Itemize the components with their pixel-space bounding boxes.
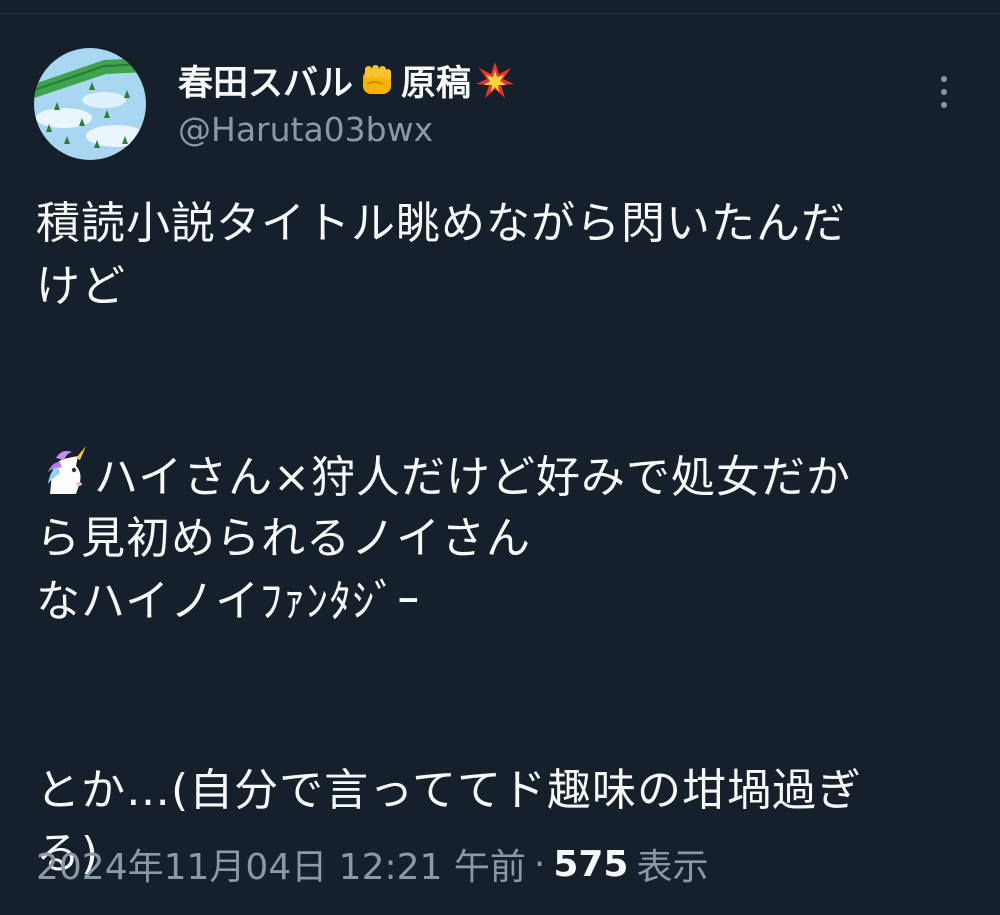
avatar[interactable] [34,48,146,160]
display-name-text: 春田スバル [178,63,354,104]
avatar-image [34,48,146,160]
meta-separator: · [533,843,546,885]
more-dot [941,89,947,95]
tweet-line-text: ハイさん×狩人だけど好みで処女だか [94,452,851,503]
display-name-suffix: 原稿 [401,63,472,104]
more-dot [941,76,947,82]
more-dot [941,102,947,108]
tweet-line: ら見初められるノイさん [36,513,531,564]
tweet-line: けど [36,261,126,312]
tweet-text: 積読小説タイトル眺めながら閃いたんだ けど ハイさん×狩人だけど好みで処女だか … [36,192,966,885]
tweet-line: とか…(自分で言っててド趣味の坩堝過ぎ [36,765,862,816]
views-count: 575 [553,843,629,885]
tweet-meta: 2024年11月04日 12:21 午前 · 575 表示 [36,838,709,890]
tweet-timestamp[interactable]: 2024年11月04日 12:21 午前 [36,838,526,890]
tweet-line-with-emoji: ハイさん×狩人だけど好みで処女だか [36,444,966,507]
more-options-icon[interactable] [926,72,962,112]
top-divider [0,13,1000,14]
tweet-line: なハイノイﾌｧﾝﾀｼﾞｰ [36,576,421,627]
views-label: 表示 [636,847,709,888]
collision-emoji-icon [475,60,515,100]
author-handle[interactable]: @Haruta03bwx [178,110,433,149]
tweet-line: 積読小説タイトル眺めながら閃いたんだ [36,198,846,249]
unicorn-icon [36,444,92,500]
fist-emoji-icon [357,60,397,100]
author-display-name[interactable]: 春田スバル 原稿 [178,56,519,104]
